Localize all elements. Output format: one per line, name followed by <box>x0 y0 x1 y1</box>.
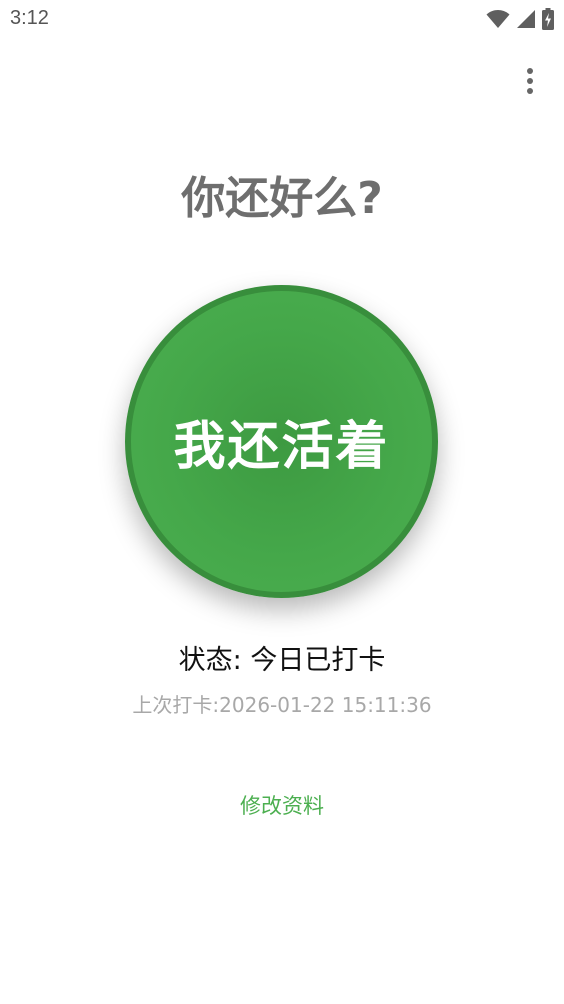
battery-charging-icon <box>542 8 554 34</box>
status-time: 3:12 <box>10 7 49 29</box>
menu-dot <box>527 78 533 84</box>
page-title: 你还好么? <box>181 173 383 224</box>
edit-profile-link[interactable]: 修改资料 <box>0 790 564 820</box>
menu-dot <box>527 68 533 74</box>
alive-button-label: 我还活着 <box>173 417 390 477</box>
menu-dot <box>527 88 533 94</box>
cell-signal-icon <box>516 9 536 33</box>
checkin-status-text: 状态: 今日已打卡 <box>178 645 386 676</box>
status-bar: 3:12 <box>0 0 564 40</box>
more-vertical-icon[interactable] <box>518 64 542 98</box>
status-icons <box>486 8 554 34</box>
last-checkin-time: 上次打卡:2026-01-22 15:11:36 <box>132 693 432 717</box>
alive-checkin-button[interactable]: 我还活着 <box>125 285 438 598</box>
wifi-icon <box>486 9 510 33</box>
